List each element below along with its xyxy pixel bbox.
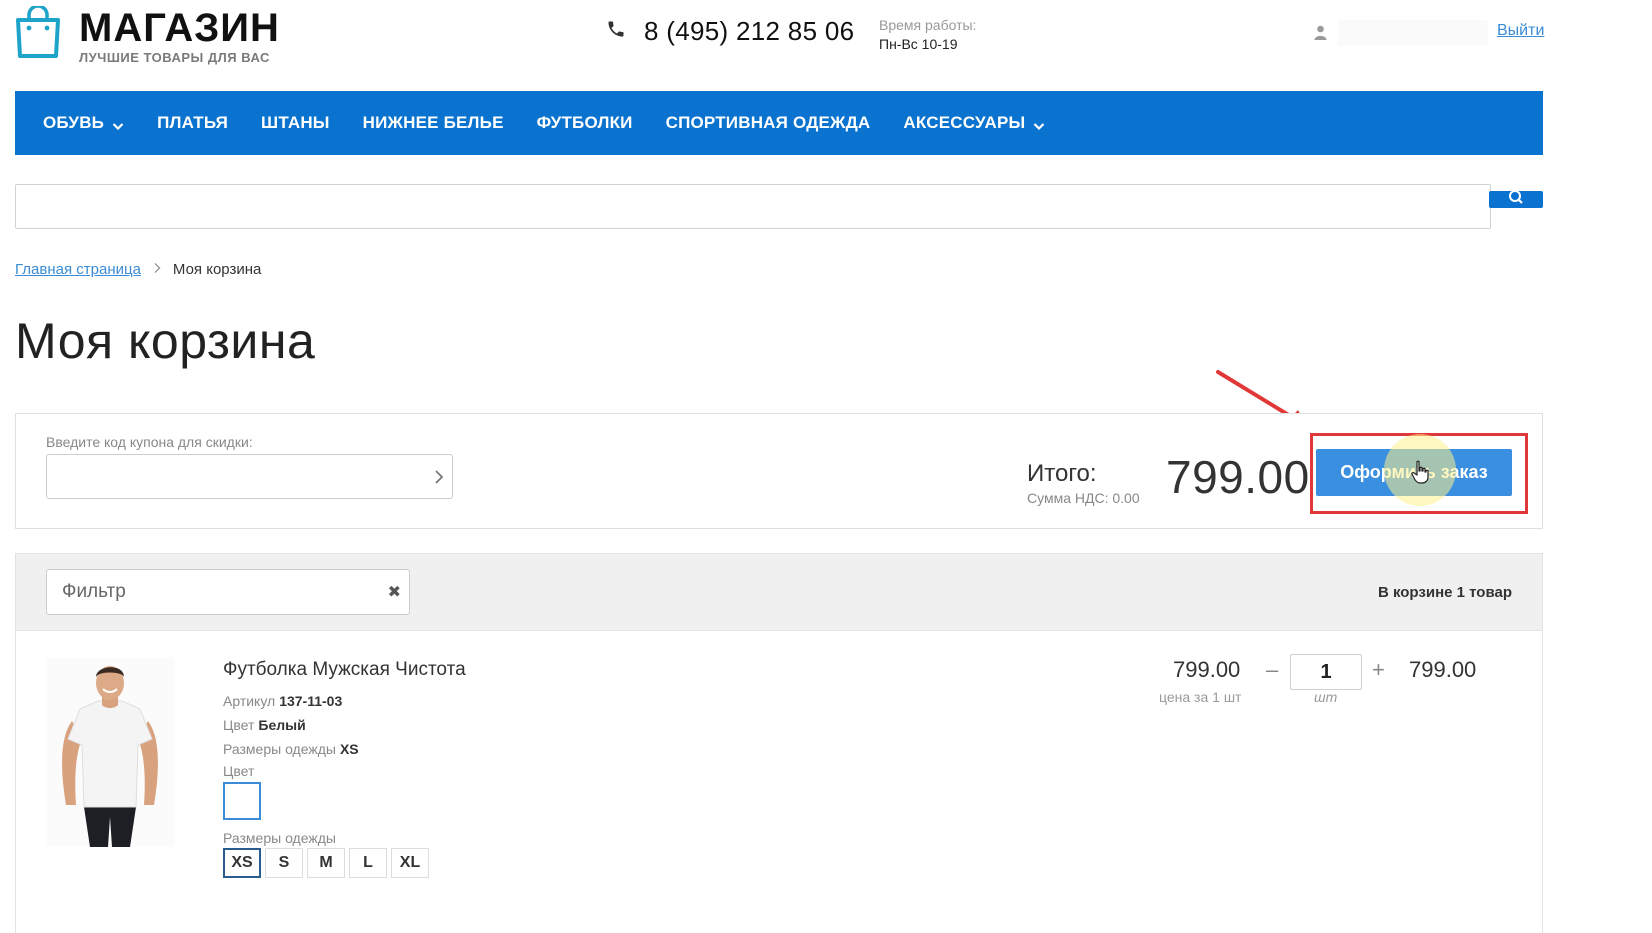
chevron-right-icon[interactable] [434,469,444,490]
quantity-unit: шт [1314,689,1338,705]
search-input[interactable] [15,184,1491,229]
cart-item: Футболка Мужская Чистота Артикул 137-11-0… [15,630,1543,933]
shopping-bag-icon [15,4,61,58]
size-value: XS [339,741,359,757]
unit-price-note: цена за 1 шт [1159,689,1242,705]
size-option-s[interactable]: S [265,848,303,878]
item-total: 799.00 [1409,657,1477,682]
phone-icon [606,19,626,44]
coupon-input[interactable] [46,454,453,499]
nav-item-label: ПЛАТЬЯ [157,113,229,132]
unit-price: 799.00 [1173,657,1241,682]
color-label: Цвет [223,717,255,733]
nav-item-tshirts[interactable]: ФУТБОЛКИ [537,113,633,133]
clear-icon[interactable]: ✖ [388,582,401,602]
quantity-increase-button[interactable]: + [1372,657,1385,683]
color-picker-label: Цвет [223,763,255,779]
product-article: Артикул 137-11-03 [223,693,342,709]
user-name-redacted [1338,20,1488,46]
chevron-down-icon [1033,117,1045,131]
search-icon [1507,190,1525,209]
search-button[interactable] [1489,190,1543,209]
nav-item-underwear[interactable]: НИЖНЕЕ БЕЛЬЕ [363,113,504,133]
cart-item-count: В корзине 1 товар [1377,584,1512,601]
color-value: Белый [258,717,306,733]
logo-subtitle: ЛУЧШИЕ ТОВАРЫ ДЛЯ ВАС [79,50,270,65]
size-option-xs[interactable]: XS [223,848,261,878]
logout-link[interactable]: Выйти [1497,22,1544,40]
cart-header: Фильтр ✖ В корзине 1 товар [15,553,1543,631]
breadcrumb: Главная страница Моя корзина [15,261,261,278]
logo-title: МАГАЗИН [79,6,280,50]
chevron-right-icon [153,262,161,277]
nav-item-sportswear[interactable]: СПОРТИВНАЯ ОДЕЖДА [666,113,871,133]
size-label: Размеры одежды [223,741,336,757]
size-picker: XS S M L XL [223,848,433,878]
filter-input[interactable]: Фильтр ✖ [46,569,410,615]
nav-item-label: СПОРТИВНАЯ ОДЕЖДА [665,113,871,132]
hours-value: Пн-Вс 10-19 [879,36,958,52]
logo[interactable]: МАГАЗИН ЛУЧШИЕ ТОВАРЫ ДЛЯ ВАС [15,4,280,66]
breadcrumb-current: Моя корзина [172,261,262,278]
total-value: 799.00 [1166,451,1310,503]
size-picker-label: Размеры одежды [223,830,336,846]
working-hours: Время работы: Пн-Вс 10-19 [879,16,976,54]
article-value: 137-11-03 [279,693,343,709]
phone-number[interactable]: 8 (495) 212 85 06 [644,16,854,47]
quantity-input[interactable]: 1 [1290,654,1362,690]
article-label: Артикул [223,693,276,709]
quantity-decrease-button[interactable]: – [1266,657,1278,683]
nav-item-label: НИЖНЕЕ БЕЛЬЕ [362,113,504,132]
chevron-down-icon [112,117,124,131]
nav-item-dresses[interactable]: ПЛАТЬЯ [157,113,228,133]
filter-placeholder: Фильтр [62,581,126,602]
color-swatch-white[interactable] [223,782,261,820]
product-name[interactable]: Футболка Мужская Чистота [223,659,466,681]
breadcrumb-home-link[interactable]: Главная страница [15,261,141,278]
product-image[interactable] [46,657,174,847]
page-title: Моя корзина [15,313,316,369]
main-nav: ОБУВЬ ПЛАТЬЯ ШТАНЫ НИЖНЕЕ БЕЛЬЕ ФУТБОЛКИ… [15,91,1543,155]
nav-item-label: ФУТБОЛКИ [536,113,633,132]
vat-amount: Сумма НДС: 0.00 [1027,490,1140,506]
size-option-l[interactable]: L [349,848,387,878]
cart-summary-panel: Введите код купона для скидки: Итого: Су… [15,413,1543,529]
nav-item-accessories[interactable]: АКСЕССУАРЫ [903,113,1045,133]
size-option-xl[interactable]: XL [391,848,429,878]
hours-label: Время работы: [879,17,977,33]
size-option-m[interactable]: M [307,848,345,878]
nav-item-label: ОБУВЬ [43,113,105,132]
phone-block: 8 (495) 212 85 06 [606,16,854,47]
nav-item-pants[interactable]: ШТАНЫ [261,113,330,133]
total-label: Итого: [1027,460,1097,487]
product-color: Цвет Белый [223,717,306,733]
coupon-label: Введите код купона для скидки: [46,434,253,450]
product-size: Размеры одежды XS [223,741,359,757]
nav-item-label: ШТАНЫ [261,113,330,132]
user-icon[interactable] [1314,25,1327,45]
nav-item-shoes[interactable]: ОБУВЬ [43,113,124,133]
hand-cursor-icon [1411,460,1431,489]
nav-item-label: АКСЕССУАРЫ [903,113,1026,132]
